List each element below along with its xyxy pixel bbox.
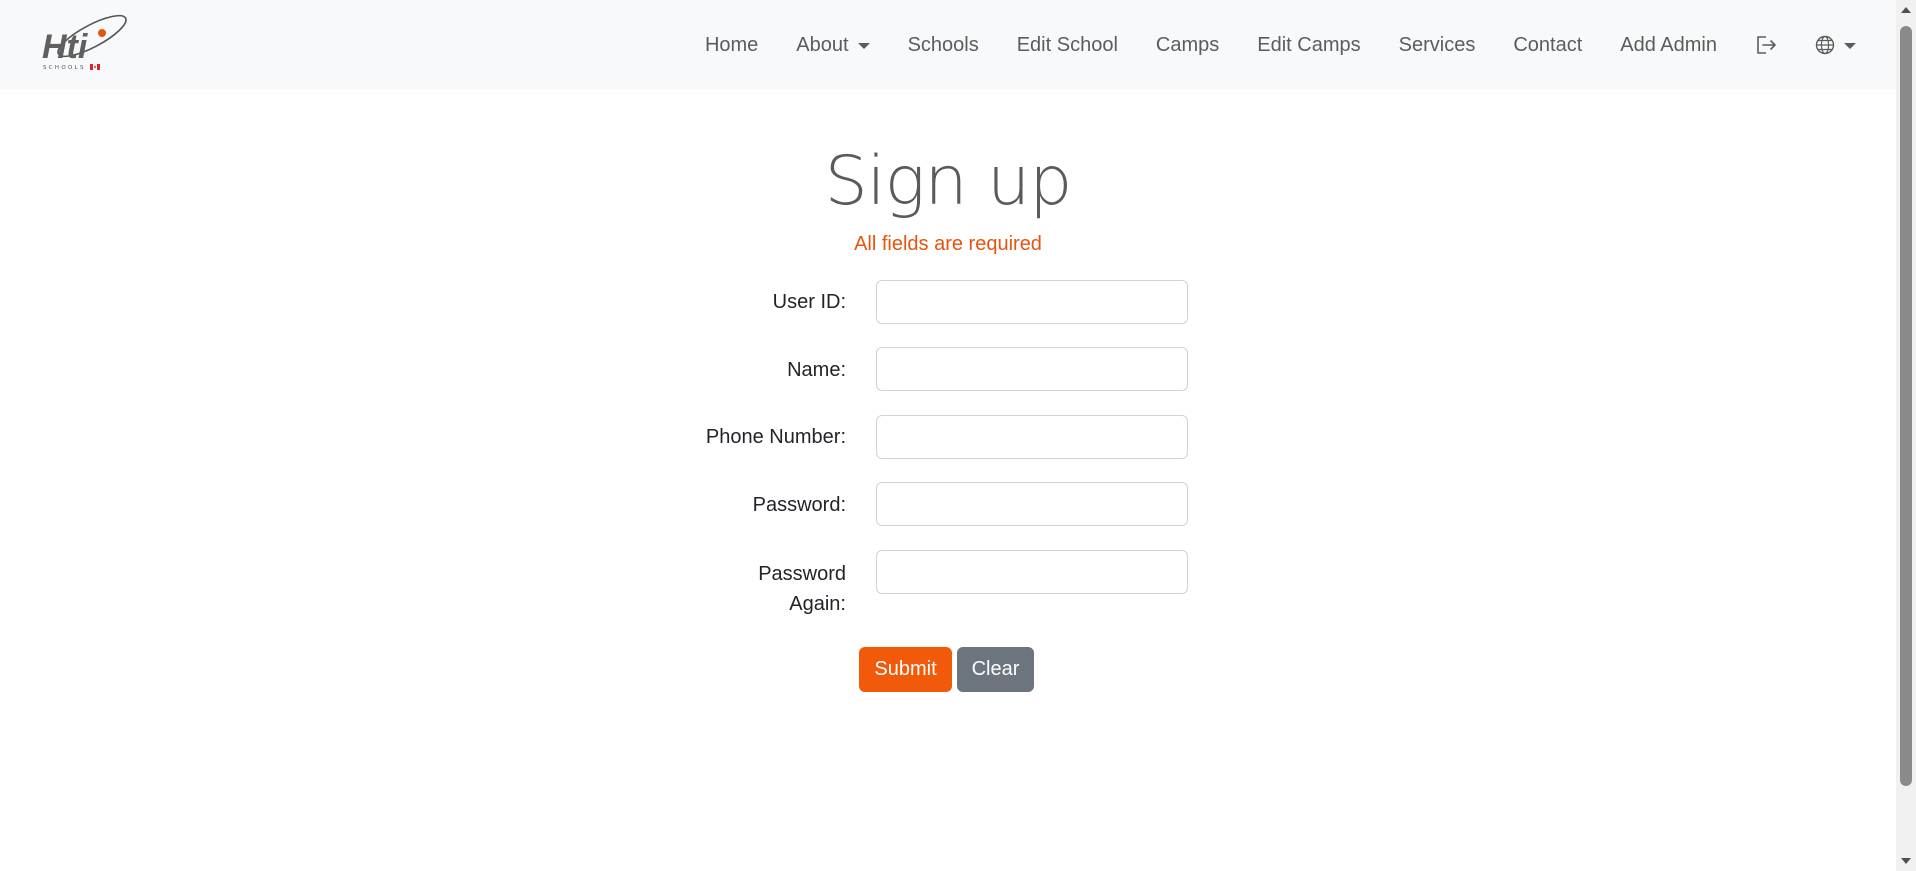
- submit-button[interactable]: Submit: [859, 647, 952, 692]
- nav-edit-camps-label: Edit Camps: [1257, 33, 1361, 56]
- name-input[interactable]: [876, 347, 1188, 391]
- nav-edit-camps[interactable]: Edit Camps: [1238, 34, 1379, 57]
- nav-add-admin[interactable]: Add Admin: [1601, 34, 1736, 57]
- name-label: Name:: [787, 359, 846, 381]
- nav-about-label: About: [796, 33, 849, 56]
- nav-links: Home About Schools Edit School Camps Edi…: [686, 0, 1856, 90]
- user-id-input[interactable]: [876, 280, 1188, 324]
- nav-edit-school-label: Edit School: [1016, 33, 1118, 56]
- globe-icon: [1815, 35, 1835, 55]
- chevron-down-icon: [857, 43, 870, 49]
- nav-home-label: Home: [704, 33, 759, 56]
- nav-schools-label: Schools: [907, 33, 979, 56]
- scrollbar-thumb[interactable]: [1900, 26, 1912, 786]
- phone-number-input[interactable]: [876, 415, 1188, 459]
- clear-button[interactable]: Clear: [957, 647, 1034, 692]
- navbar: Hti SCHOOLS Home About Schools Edit Scho…: [0, 0, 1896, 90]
- nav-contact-label: Contact: [1513, 33, 1583, 56]
- password-label: Password:: [752, 494, 846, 516]
- nav-schools[interactable]: Schools: [889, 34, 998, 57]
- scroll-up-arrow-icon[interactable]: [1901, 7, 1911, 13]
- nav-camps[interactable]: Camps: [1137, 34, 1238, 57]
- language-dropdown[interactable]: [1796, 35, 1856, 55]
- password-again-label: Password Again:: [758, 563, 846, 615]
- svg-text:Hti: Hti: [42, 28, 89, 66]
- scrollbar[interactable]: [1896, 0, 1916, 871]
- required-notice: All fields are required: [854, 233, 1042, 255]
- chevron-down-icon: [1844, 43, 1856, 49]
- nav-about-dropdown[interactable]: About: [777, 34, 888, 57]
- nav-edit-school[interactable]: Edit School: [998, 34, 1137, 57]
- page: Hti SCHOOLS Home About Schools Edit Scho…: [0, 0, 1916, 871]
- nav-camps-label: Camps: [1155, 33, 1220, 56]
- page-title: Sign up: [824, 142, 1073, 221]
- scroll-down-arrow-icon[interactable]: [1901, 858, 1911, 864]
- hti-logo-icon: Hti SCHOOLS: [42, 14, 127, 71]
- logo[interactable]: Hti SCHOOLS: [40, 14, 130, 72]
- nav-add-admin-label: Add Admin: [1620, 33, 1717, 56]
- password-again-input[interactable]: [876, 550, 1188, 594]
- nav-services[interactable]: Services: [1380, 34, 1495, 57]
- nav-contact[interactable]: Contact: [1494, 34, 1601, 57]
- svg-text:SCHOOLS: SCHOOLS: [43, 65, 86, 71]
- nav-home[interactable]: Home: [686, 34, 777, 57]
- password-input[interactable]: [876, 482, 1188, 526]
- logout-button[interactable]: [1736, 35, 1796, 55]
- phone-number-label: Phone Number:: [705, 426, 846, 448]
- logout-icon: [1757, 36, 1776, 54]
- nav-services-label: Services: [1398, 33, 1476, 56]
- user-id-label: User ID:: [772, 291, 846, 313]
